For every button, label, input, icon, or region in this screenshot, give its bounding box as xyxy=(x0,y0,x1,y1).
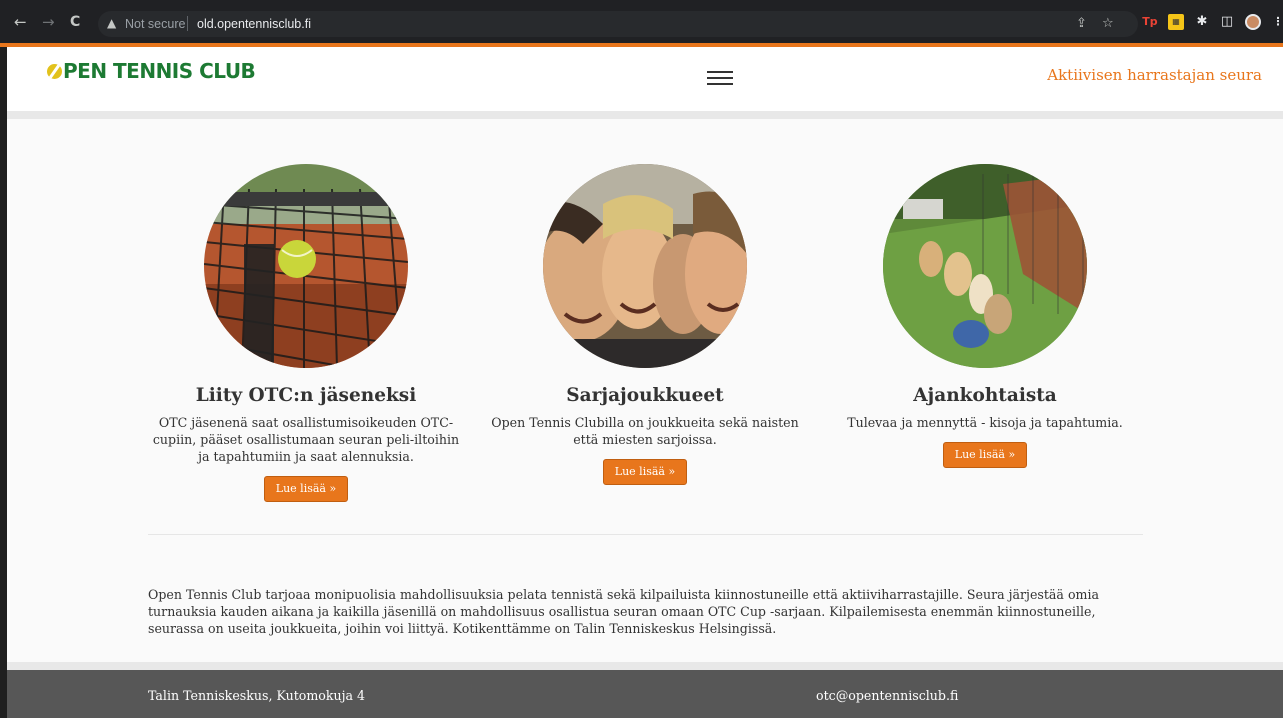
tennis-net-image xyxy=(204,164,408,368)
feature-title: Liity OTC:n jäseneksi xyxy=(195,385,417,406)
hamburger-menu-button[interactable] xyxy=(707,68,733,88)
footer-email-link[interactable]: otc@opentennisclub.fi xyxy=(816,688,958,703)
page: PEN TENNIS CLUB Aktiivisen harrastajan s… xyxy=(7,47,1283,718)
security-label[interactable]: Not secure xyxy=(125,17,185,31)
header-divider xyxy=(7,111,1283,119)
site-footer: Talin Tenniskeskus, Kutomokuja 4 otc@ope… xyxy=(7,670,1283,718)
sidepanel-icon[interactable]: ◫ xyxy=(1219,14,1235,30)
address-divider xyxy=(187,16,188,31)
menu-icon[interactable]: ⋮ xyxy=(1270,14,1283,30)
forward-button[interactable]: → xyxy=(42,13,55,31)
logo-text: PEN TENNIS CLUB xyxy=(63,59,256,83)
star-icon[interactable]: ☆ xyxy=(1102,16,1114,31)
club-description: Open Tennis Club tarjoaa monipuolisia ma… xyxy=(148,587,1100,636)
extension-icon[interactable]: ▦ xyxy=(1168,14,1184,30)
read-more-button[interactable]: Lue lisää » xyxy=(942,442,1028,468)
site-header: PEN TENNIS CLUB Aktiivisen harrastajan s… xyxy=(7,47,1283,111)
site-tagline: Aktiivisen harrastajan seura xyxy=(1047,66,1262,84)
hamburger-line xyxy=(707,77,733,79)
tp-extension-icon[interactable]: Tp xyxy=(1142,14,1158,30)
section-divider xyxy=(148,534,1143,535)
spectators-image xyxy=(883,164,1087,368)
reload-button[interactable]: C xyxy=(70,13,80,31)
read-more-button[interactable]: Lue lisää » xyxy=(602,459,688,485)
footer-divider xyxy=(7,662,1283,670)
url-text[interactable]: old.opentennisclub.fi xyxy=(197,17,311,31)
share-icon[interactable]: ⇪ xyxy=(1076,16,1087,31)
feature-title: Ajankohtaista xyxy=(913,385,1057,406)
feature-news: Ajankohtaista Tulevaa ja mennyttä - kiso… xyxy=(825,164,1145,468)
warning-icon[interactable]: ▲ xyxy=(107,16,116,30)
feature-membership: Liity OTC:n jäseneksi OTC jäsenenä saat … xyxy=(146,164,466,502)
tennis-ball-icon xyxy=(47,64,62,79)
address-bar[interactable]: ▲ Not secure old.opentennisclub.fi ⇪ ☆ xyxy=(98,11,1138,37)
feature-text: OTC jäsenenä saat osallistumisoikeuden O… xyxy=(152,415,460,464)
site-logo[interactable]: PEN TENNIS CLUB xyxy=(47,59,256,83)
feature-title: Sarjajoukkueet xyxy=(566,385,724,406)
feature-text: Open Tennis Clubilla on joukkueita sekä … xyxy=(491,415,799,447)
hamburger-line xyxy=(707,83,733,85)
browser-toolbar: ← → C ▲ Not secure old.opentennisclub.fi… xyxy=(0,0,1283,46)
puzzle-icon[interactable]: ✱ xyxy=(1194,14,1210,30)
footer-address: Talin Tenniskeskus, Kutomokuja 4 xyxy=(148,688,366,703)
back-button[interactable]: ← xyxy=(14,13,27,31)
feature-teams: Sarjajoukkueet Open Tennis Clubilla on j… xyxy=(485,164,805,485)
profile-avatar[interactable] xyxy=(1245,14,1261,30)
hamburger-line xyxy=(707,71,733,73)
read-more-button[interactable]: Lue lisää » xyxy=(263,476,349,502)
feature-text: Tulevaa ja mennyttä - kisoja ja tapahtum… xyxy=(847,415,1123,430)
team-selfie-image xyxy=(543,164,747,368)
